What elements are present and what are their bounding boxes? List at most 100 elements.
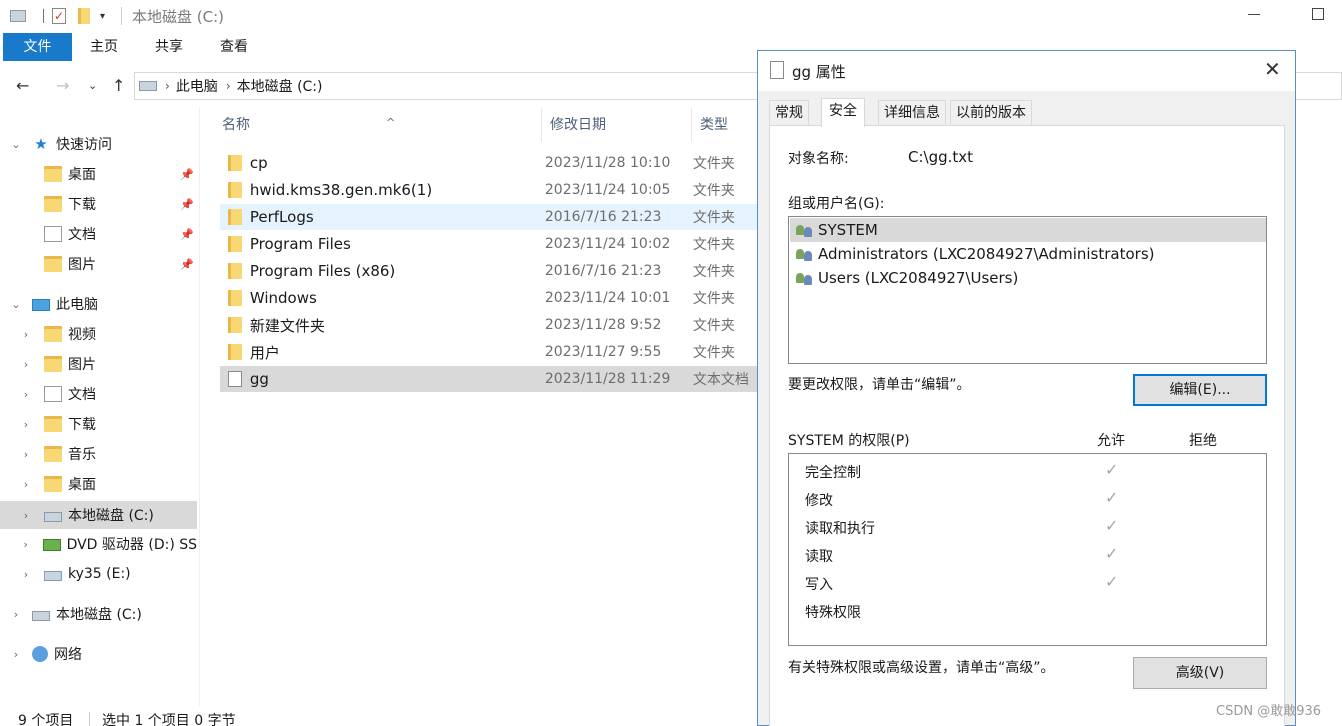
column-label: 修改日期 (550, 117, 606, 133)
nav-network[interactable]: › 网络 (0, 641, 197, 667)
user-row-administrators[interactable]: Administrators (LXC2084927\Administrator… (790, 242, 1154, 266)
tab-details[interactable]: 详细信息 (878, 100, 946, 126)
nav-this-pc[interactable]: ⌄ 此电脑 (0, 291, 197, 317)
user-row-users[interactable]: Users (LXC2084927\Users) (790, 266, 1018, 290)
maximize-button[interactable] (1312, 8, 1324, 20)
nav-label: 音乐 (68, 447, 96, 463)
check-icon: ✓ (1105, 544, 1119, 563)
customize-toolbar-icon[interactable]: ▾ (100, 7, 105, 25)
minimize-button[interactable] (1248, 14, 1260, 15)
chevron-right-icon[interactable]: › (226, 79, 231, 93)
file-date: 2016/7/16 21:23 (544, 263, 662, 279)
tab-share[interactable]: 共享 (145, 33, 193, 61)
column-header-type[interactable]: 类型 (692, 108, 758, 142)
file-name: Program Files (x86) (249, 262, 396, 280)
column-header-name[interactable]: 名称 ^ (214, 108, 542, 142)
chevron-right-icon[interactable]: › (20, 509, 32, 522)
nav-quick-access[interactable]: ⌄ ★ 快速访问 (0, 131, 197, 157)
nav-pictures[interactable]: › 图片 (0, 351, 197, 377)
chevron-right-icon[interactable]: › (20, 388, 32, 401)
chevron-right-icon[interactable]: › (20, 448, 32, 461)
file-row[interactable]: PerfLogs 2016/7/16 21:23 文件夹 (220, 204, 758, 230)
up-icon[interactable]: ↑ (112, 76, 125, 95)
chevron-right-icon[interactable]: › (20, 358, 32, 371)
nav-documents-pinned[interactable]: 文档 📌 (0, 221, 197, 247)
nav-drive-e[interactable]: › ky35 (E:) (0, 561, 197, 587)
recent-locations-icon[interactable]: ⌄ (88, 79, 97, 92)
tab-general[interactable]: 常规 (769, 100, 809, 126)
column-header-date[interactable]: 修改日期 (542, 108, 692, 142)
permission-row: 修改 ✓ (805, 486, 1275, 514)
chevron-down-icon[interactable]: ⌄ (10, 298, 22, 311)
chevron-right-icon[interactable]: › (20, 328, 32, 341)
chevron-right-icon[interactable]: › (165, 79, 170, 93)
nav-local-disk-c-root[interactable]: › 本地磁盘 (C:) (0, 601, 197, 627)
text-file-icon (228, 371, 242, 387)
text-file-icon (770, 61, 784, 79)
nav-documents[interactable]: › 文档 (0, 381, 197, 407)
advanced-button[interactable]: 高级(V) (1133, 657, 1267, 689)
new-folder-icon[interactable] (78, 7, 90, 25)
folder-icon (228, 263, 242, 279)
network-icon (32, 646, 48, 662)
tab-security[interactable]: 安全 (821, 98, 865, 127)
folder-icon (228, 236, 242, 252)
folder-icon (228, 155, 242, 171)
chevron-right-icon[interactable]: › (10, 648, 22, 661)
file-date: 2023/11/28 9:52 (544, 317, 662, 333)
tab-view[interactable]: 查看 (210, 33, 258, 61)
close-icon[interactable]: ✕ (1264, 57, 1281, 81)
user-name: SYSTEM (818, 221, 878, 239)
tab-home[interactable]: 主页 (80, 33, 128, 61)
file-row-selected[interactable]: gg 2023/11/28 11:29 文本文档 (220, 366, 758, 392)
file-row[interactable]: 新建文件夹 2023/11/28 9:52 文件夹 (220, 312, 758, 338)
chevron-right-icon[interactable]: › (20, 478, 32, 491)
chevron-right-icon[interactable]: › (20, 418, 32, 431)
chevron-right-icon[interactable]: › (20, 568, 32, 581)
nav-downloads[interactable]: › 下载 (0, 411, 197, 437)
chevron-right-icon[interactable]: › (20, 538, 31, 551)
permission-row: 读取和执行 ✓ (805, 514, 1275, 542)
drive-icon (139, 81, 157, 91)
permission-name: 特殊权限 (805, 605, 861, 621)
permission-name: 写入 (805, 577, 833, 593)
tab-previous-versions[interactable]: 以前的版本 (950, 100, 1032, 126)
folder-icon (228, 182, 242, 198)
nav-desktop[interactable]: › 桌面 (0, 471, 197, 497)
back-icon[interactable]: ← (16, 76, 29, 95)
nav-videos[interactable]: › 视频 (0, 321, 197, 347)
tab-file[interactable]: 文件 (3, 33, 72, 61)
file-name: gg (249, 370, 269, 388)
nav-dvd-drive[interactable]: › DVD 驱动器 (D:) SS (0, 531, 197, 557)
nav-pictures-pinned[interactable]: 图片 📌 (0, 251, 197, 277)
music-folder-icon (44, 446, 62, 462)
permissions-list[interactable]: 完全控制 ✓ 修改 ✓ 读取和执行 ✓ 读取 ✓ 写入 ✓ 特殊权限 (788, 453, 1267, 646)
nav-local-disk-c[interactable]: › 本地磁盘 (C:) (0, 501, 197, 529)
computer-icon (32, 299, 50, 311)
file-row[interactable]: cp 2023/11/28 10:10 文件夹 (220, 150, 758, 176)
forward-icon[interactable]: → (56, 76, 69, 95)
chevron-right-icon[interactable]: › (10, 608, 22, 621)
group-users-list[interactable]: SYSTEM Administrators (LXC2084927\Admini… (788, 216, 1267, 364)
nav-downloads-pinned[interactable]: 下载 📌 (0, 191, 197, 217)
file-row[interactable]: Windows 2023/11/24 10:01 文件夹 (220, 285, 758, 311)
folder-icon (228, 344, 242, 360)
users-icon (796, 247, 814, 261)
edit-button[interactable]: 编辑(E)... (1133, 374, 1267, 406)
nav-desktop-pinned[interactable]: 桌面 📌 (0, 161, 197, 187)
downloads-folder-icon (44, 416, 62, 432)
column-label: 名称 (222, 117, 250, 133)
user-row-system[interactable]: SYSTEM (790, 218, 1266, 242)
file-type: 文件夹 (692, 291, 735, 307)
nav-music[interactable]: › 音乐 (0, 441, 197, 467)
file-date: 2023/11/24 10:01 (544, 290, 671, 306)
file-row[interactable]: 用户 2023/11/27 9:55 文件夹 (220, 339, 758, 365)
properties-icon[interactable]: ✓ (52, 7, 66, 25)
title-separator (121, 7, 122, 25)
breadcrumb-local-disk[interactable]: 本地磁盘 (C:) (237, 76, 323, 96)
chevron-down-icon[interactable]: ⌄ (10, 138, 22, 151)
file-row[interactable]: Program Files 2023/11/24 10:02 文件夹 (220, 231, 758, 257)
breadcrumb-this-pc[interactable]: 此电脑 (176, 76, 218, 96)
file-row[interactable]: hwid.kms38.gen.mk6(1) 2023/11/24 10:05 文… (220, 177, 758, 203)
file-row[interactable]: Program Files (x86) 2016/7/16 21:23 文件夹 (220, 258, 758, 284)
